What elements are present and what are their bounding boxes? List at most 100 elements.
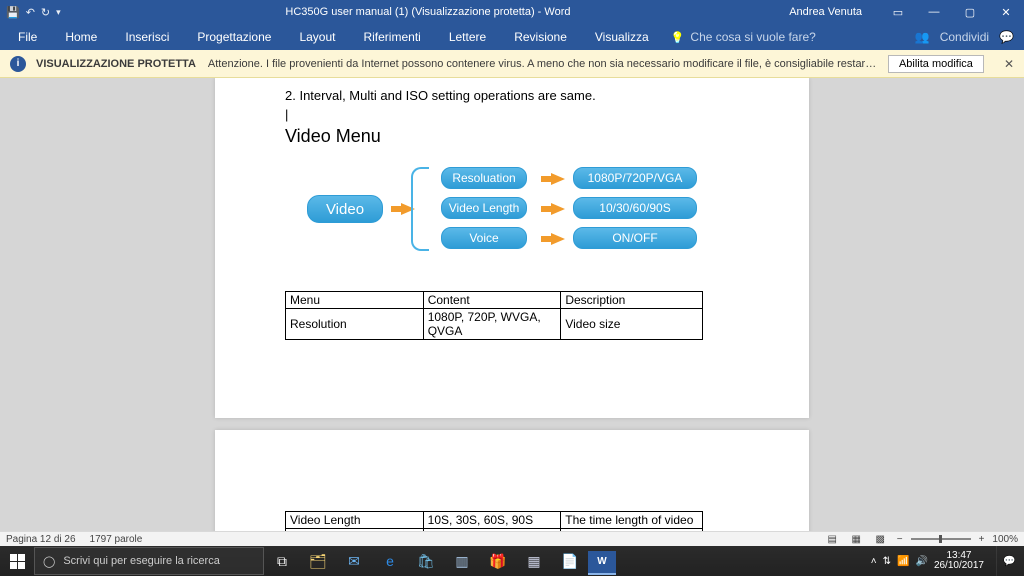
taskbar-search-placeholder: Scrivi qui per eseguire la ricerca [63, 555, 220, 567]
table-row: Video Length 10S, 30S, 60S, 90S The time… [286, 512, 703, 529]
diagram-wide-2: ON/OFF [573, 227, 697, 249]
table-2: Video Length 10S, 30S, 60S, 90S The time… [285, 511, 703, 531]
td: Resolution [286, 309, 424, 340]
tab-file[interactable]: File [4, 24, 51, 50]
qat-dropdown-icon[interactable]: ▾ [56, 7, 61, 18]
diagram-wide-0: 1080P/720P/VGA [573, 167, 697, 189]
tab-mailings[interactable]: Lettere [435, 24, 500, 50]
gift-icon[interactable]: 🎁 [480, 546, 516, 576]
taskbar-search[interactable]: ◯ Scrivi qui per eseguire la ricerca [34, 547, 264, 575]
comments-icon[interactable]: 💬 [999, 30, 1014, 44]
status-bar: Pagina 12 di 26 1797 parole ▤ ▦ ▩ − + 10… [0, 531, 1024, 546]
th: Description [561, 292, 703, 309]
protected-view-title: VISUALIZZAZIONE PROTETTA [36, 58, 196, 70]
save-icon[interactable]: 💾 [6, 6, 20, 19]
status-page[interactable]: Pagina 12 di 26 [6, 534, 76, 545]
protected-view-bar: i VISUALIZZAZIONE PROTETTA Attenzione. I… [0, 50, 1024, 78]
user-name[interactable]: Andrea Venuta [789, 6, 880, 18]
diagram: Video Resoluation 1080P/720P/VGA Video L… [293, 165, 739, 275]
taskbar-clock[interactable]: 13:47 26/10/2017 [934, 551, 990, 572]
table-1: Menu Content Description Resolution 1080… [285, 291, 703, 340]
page-13: Video Length 10S, 30S, 60S, 90S The time… [215, 430, 809, 531]
diagram-root: Video [307, 195, 383, 223]
diagram-mid-2: Voice [441, 227, 527, 249]
zoom-level[interactable]: 100% [992, 534, 1018, 545]
heading: Video Menu [285, 126, 739, 147]
taskbar-date: 26/10/2017 [934, 561, 984, 572]
system-tray: ˄ ⇅ 📶 🔊 13:47 26/10/2017 💬 [871, 546, 1024, 576]
app2-icon[interactable]: ▦ [516, 546, 552, 576]
document-area[interactable]: 2. Interval, Multi and ISO setting opera… [0, 78, 1024, 531]
th: Content [423, 292, 561, 309]
td: Video Length [286, 512, 424, 529]
close-button[interactable]: ✕ [988, 0, 1024, 24]
td: The time length of video [561, 512, 703, 529]
share-label[interactable]: Condividi [940, 30, 989, 44]
zoom-slider[interactable] [911, 538, 971, 540]
protected-view-close-icon[interactable]: ✕ [1004, 57, 1014, 71]
web-layout-icon[interactable]: ▩ [871, 532, 889, 546]
app-icon[interactable]: ▥ [444, 546, 480, 576]
tab-review[interactable]: Revisione [500, 24, 581, 50]
diagram-mid-0: Resoluation [441, 167, 527, 189]
edge-icon[interactable]: e [372, 546, 408, 576]
tell-me-label: Che cosa si vuole fare? [690, 30, 815, 44]
tab-design[interactable]: Progettazione [183, 24, 285, 50]
bulb-icon [671, 30, 685, 44]
titlebar: 💾 ↶ ↻ ▾ HC350G user manual (1) (Visualiz… [0, 0, 1024, 24]
td: 10S, 30S, 60S, 90S [423, 512, 561, 529]
doc-icon[interactable]: 📄 [552, 546, 588, 576]
word-icon[interactable]: W [588, 551, 616, 575]
tray-chevron-icon[interactable]: ˄ [871, 556, 877, 567]
diagram-mid-1: Video Length [441, 197, 527, 219]
shield-icon: i [10, 56, 26, 72]
bracket-icon [411, 167, 429, 251]
redo-icon[interactable]: ↻ [41, 6, 50, 19]
diagram-wide-1: 10/30/60/90S [573, 197, 697, 219]
mail-icon[interactable]: ✉ [336, 546, 372, 576]
table-row: Resolution 1080P, 720P, WVGA, QVGA Video… [286, 309, 703, 340]
ribbon: File Home Inserisci Progettazione Layout… [0, 24, 1024, 50]
zoom-out-button[interactable]: − [897, 534, 903, 545]
tab-references[interactable]: Riferimenti [349, 24, 434, 50]
print-layout-icon[interactable]: ▦ [847, 532, 865, 546]
tab-home[interactable]: Home [51, 24, 111, 50]
wifi-icon[interactable]: 📶 [897, 556, 909, 567]
status-words[interactable]: 1797 parole [90, 534, 143, 545]
page-12: 2. Interval, Multi and ISO setting opera… [215, 78, 809, 418]
protected-view-message: Attenzione. I file provenienti da Intern… [208, 58, 878, 70]
store-icon[interactable]: 🛍 [408, 546, 444, 576]
read-mode-icon[interactable]: ▤ [823, 532, 841, 546]
file-explorer-icon[interactable]: 🗂 [300, 546, 336, 576]
network-icon[interactable]: ⇅ [883, 556, 891, 567]
minimize-button[interactable]: — [916, 0, 952, 24]
td: Video size [561, 309, 703, 340]
tab-layout[interactable]: Layout [285, 24, 349, 50]
tab-insert[interactable]: Inserisci [111, 24, 183, 50]
paragraph: 2. Interval, Multi and ISO setting opera… [285, 88, 739, 103]
action-center-icon[interactable]: 💬 [996, 546, 1022, 576]
arrow-icon [551, 233, 565, 245]
taskbar: ◯ Scrivi qui per eseguire la ricerca ⧉ 🗂… [0, 546, 1024, 576]
table-row: Menu Content Description [286, 292, 703, 309]
zoom-in-button[interactable]: + [979, 534, 985, 545]
task-view-icon[interactable]: ⧉ [264, 546, 300, 576]
start-button[interactable] [0, 546, 34, 576]
arrow-icon [551, 173, 565, 185]
undo-icon[interactable]: ↶ [26, 6, 35, 19]
windows-icon [10, 554, 25, 569]
quick-access-toolbar: 💾 ↶ ↻ ▾ [0, 6, 67, 19]
text-cursor: | [285, 107, 739, 122]
tab-view[interactable]: Visualizza [581, 24, 663, 50]
enable-editing-button[interactable]: Abilita modifica [888, 55, 984, 73]
maximize-button[interactable]: ▢ [952, 0, 988, 24]
volume-icon[interactable]: 🔊 [915, 556, 927, 567]
window-title: HC350G user manual (1) (Visualizzazione … [67, 6, 790, 18]
tell-me[interactable]: Che cosa si vuole fare? [671, 30, 816, 44]
ribbon-display-icon[interactable]: ▭ [880, 0, 916, 24]
share-icon[interactable]: 👥 [915, 30, 930, 44]
cortana-icon: ◯ [43, 555, 55, 568]
td: 1080P, 720P, WVGA, QVGA [423, 309, 561, 340]
arrow-icon [551, 203, 565, 215]
th: Menu [286, 292, 424, 309]
